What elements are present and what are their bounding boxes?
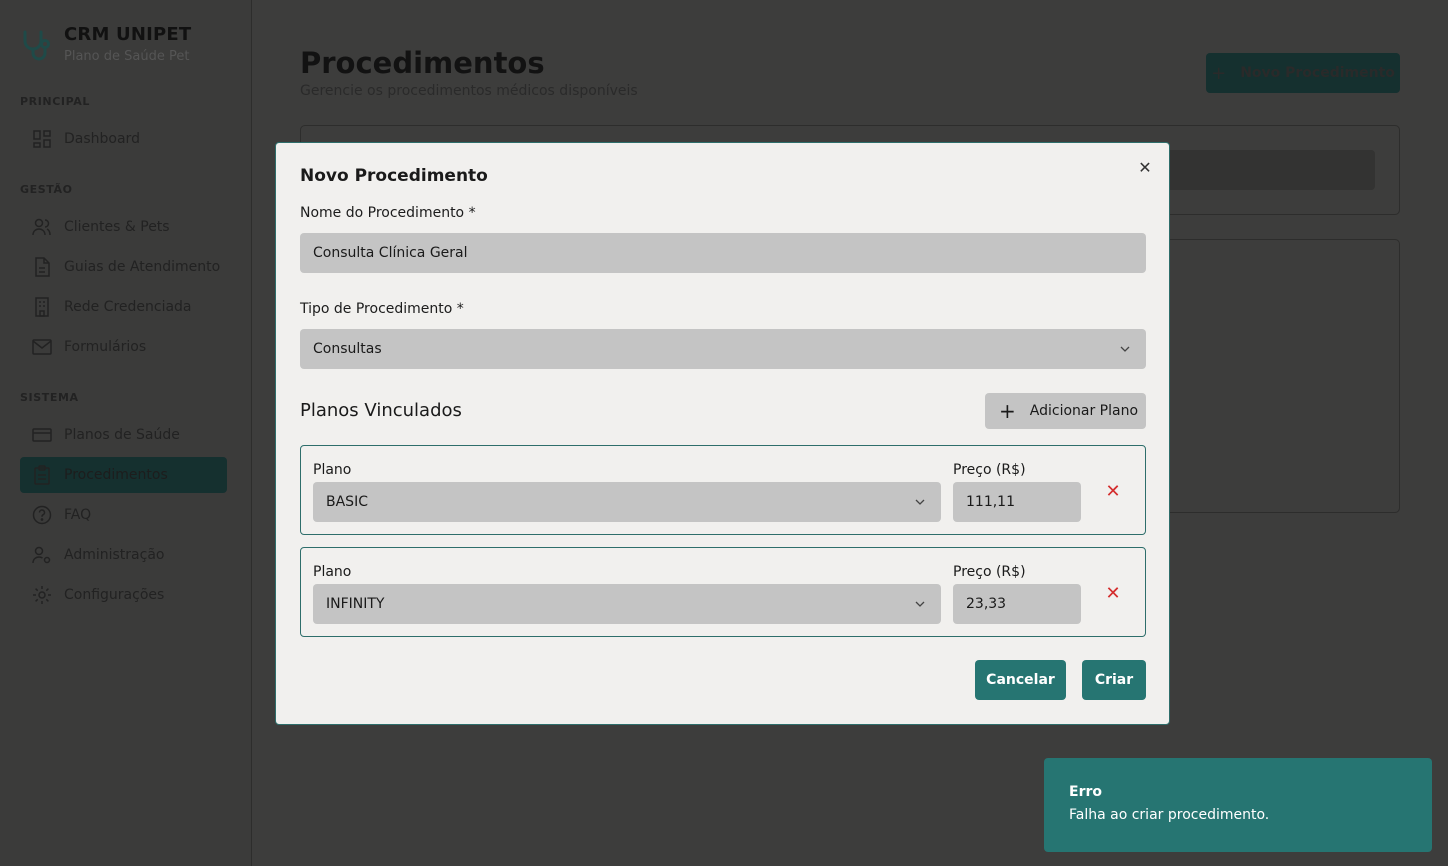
section-label-principal: PRINCIPAL bbox=[20, 95, 90, 108]
price-input[interactable]: 111,11 bbox=[953, 482, 1081, 522]
sidebar-item-dashboard[interactable]: Dashboard bbox=[20, 121, 227, 157]
toast-title: Erro bbox=[1069, 784, 1102, 800]
search-input[interactable] bbox=[1160, 150, 1375, 190]
price-value: 23,33 bbox=[966, 596, 1007, 612]
plan-label: Plano bbox=[313, 462, 352, 478]
dashboard-icon bbox=[32, 129, 52, 149]
user-cog-icon bbox=[32, 545, 52, 565]
brand: CRM UNIPET Plano de Saúde Pet bbox=[20, 24, 191, 64]
page-title: Procedimentos bbox=[300, 46, 545, 80]
cancel-button[interactable]: Cancelar bbox=[975, 660, 1066, 700]
procedure-name-input[interactable]: Consulta Clínica Geral bbox=[300, 233, 1146, 273]
sidebar-item-procedimentos[interactable]: Procedimentos bbox=[20, 457, 227, 493]
procedure-type-select[interactable]: Consultas bbox=[300, 329, 1146, 369]
new-procedure-label: Novo Procedimento bbox=[1240, 65, 1395, 81]
name-label: Nome do Procedimento * bbox=[300, 205, 476, 221]
section-label-sistema: SISTEMA bbox=[20, 391, 79, 404]
error-toast[interactable]: Erro Falha ao criar procedimento. bbox=[1044, 758, 1432, 852]
procedure-name-value: Consulta Clínica Geral bbox=[313, 245, 468, 261]
clipboard-icon bbox=[32, 465, 52, 485]
credit-card-icon bbox=[32, 425, 52, 445]
price-input[interactable]: 23,33 bbox=[953, 584, 1081, 624]
sidebar-item-label: Clientes & Pets bbox=[64, 219, 170, 235]
create-button[interactable]: Criar bbox=[1082, 660, 1146, 700]
linked-plans-title: Planos Vinculados bbox=[300, 400, 462, 421]
dialog-title: Novo Procedimento bbox=[300, 166, 488, 186]
plus-icon: + bbox=[999, 399, 1016, 423]
plan-select-value: BASIC bbox=[326, 494, 368, 510]
sidebar-item-label: Administração bbox=[64, 547, 165, 563]
sidebar-item-clientes[interactable]: Clientes & Pets bbox=[20, 209, 227, 245]
plan-select-value: INFINITY bbox=[326, 596, 385, 612]
stethoscope-icon bbox=[23, 30, 50, 61]
sidebar-item-configuracoes[interactable]: Configurações bbox=[20, 577, 227, 613]
settings-icon bbox=[32, 585, 52, 605]
price-label: Preço (R$) bbox=[953, 564, 1026, 580]
sidebar-item-formularios[interactable]: Formulários bbox=[20, 329, 227, 365]
price-value: 111,11 bbox=[966, 494, 1015, 510]
plan-select[interactable]: BASIC bbox=[313, 482, 941, 522]
remove-plan-icon[interactable]: ✕ bbox=[1102, 480, 1124, 502]
brand-subtitle: Plano de Saúde Pet bbox=[64, 49, 190, 64]
page-subtitle: Gerencie os procedimentos médicos dispon… bbox=[300, 83, 638, 99]
sidebar-item-label: Procedimentos bbox=[64, 467, 168, 483]
new-procedure-dialog: Novo Procedimento ✕ Nome do Procedimento… bbox=[275, 142, 1170, 725]
add-plan-button[interactable]: + Adicionar Plano bbox=[985, 393, 1146, 429]
sidebar-item-rede[interactable]: Rede Credenciada bbox=[20, 289, 227, 325]
section-label-gestao: GESTÃO bbox=[20, 183, 73, 196]
remove-plan-icon[interactable]: ✕ bbox=[1102, 582, 1124, 604]
document-icon bbox=[32, 257, 52, 277]
help-circle-icon bbox=[32, 505, 52, 525]
sidebar-item-label: Formulários bbox=[64, 339, 147, 355]
close-icon[interactable]: ✕ bbox=[1135, 157, 1155, 177]
new-procedure-button[interactable]: + Novo Procedimento bbox=[1206, 53, 1400, 93]
chevron-down-icon bbox=[915, 601, 925, 607]
sidebar-item-label: Planos de Saúde bbox=[64, 427, 180, 443]
mail-icon bbox=[32, 337, 52, 357]
sidebar: CRM UNIPET Plano de Saúde Pet PRINCIPAL … bbox=[0, 0, 252, 866]
plan-row: Plano Preço (R$) BASIC 111,11 ✕ bbox=[300, 445, 1146, 535]
brand-title: CRM UNIPET bbox=[64, 24, 192, 45]
sidebar-item-administracao[interactable]: Administração bbox=[20, 537, 227, 573]
sidebar-item-label: FAQ bbox=[64, 507, 92, 523]
type-label: Tipo de Procedimento * bbox=[300, 301, 464, 317]
add-plan-label: Adicionar Plano bbox=[1029, 403, 1139, 419]
sidebar-item-faq[interactable]: FAQ bbox=[20, 497, 227, 533]
sidebar-item-guias[interactable]: Guias de Atendimento bbox=[20, 249, 227, 285]
sidebar-item-planos[interactable]: Planos de Saúde bbox=[20, 417, 227, 453]
sidebar-item-label: Configurações bbox=[64, 587, 165, 603]
users-icon bbox=[32, 217, 52, 237]
chevron-down-icon bbox=[915, 499, 925, 505]
procedure-type-value: Consultas bbox=[313, 341, 382, 357]
sidebar-item-label: Dashboard bbox=[64, 131, 140, 147]
price-label: Preço (R$) bbox=[953, 462, 1026, 478]
building-icon bbox=[32, 297, 52, 317]
chevron-down-icon bbox=[1120, 346, 1130, 352]
plan-label: Plano bbox=[313, 564, 352, 580]
plan-select[interactable]: INFINITY bbox=[313, 584, 941, 624]
plus-icon: + bbox=[1211, 62, 1227, 84]
sidebar-item-label: Rede Credenciada bbox=[64, 299, 192, 315]
plan-row: Plano Preço (R$) INFINITY 23,33 ✕ bbox=[300, 547, 1146, 637]
toast-message: Falha ao criar procedimento. bbox=[1069, 807, 1270, 823]
sidebar-item-label: Guias de Atendimento bbox=[64, 259, 221, 275]
